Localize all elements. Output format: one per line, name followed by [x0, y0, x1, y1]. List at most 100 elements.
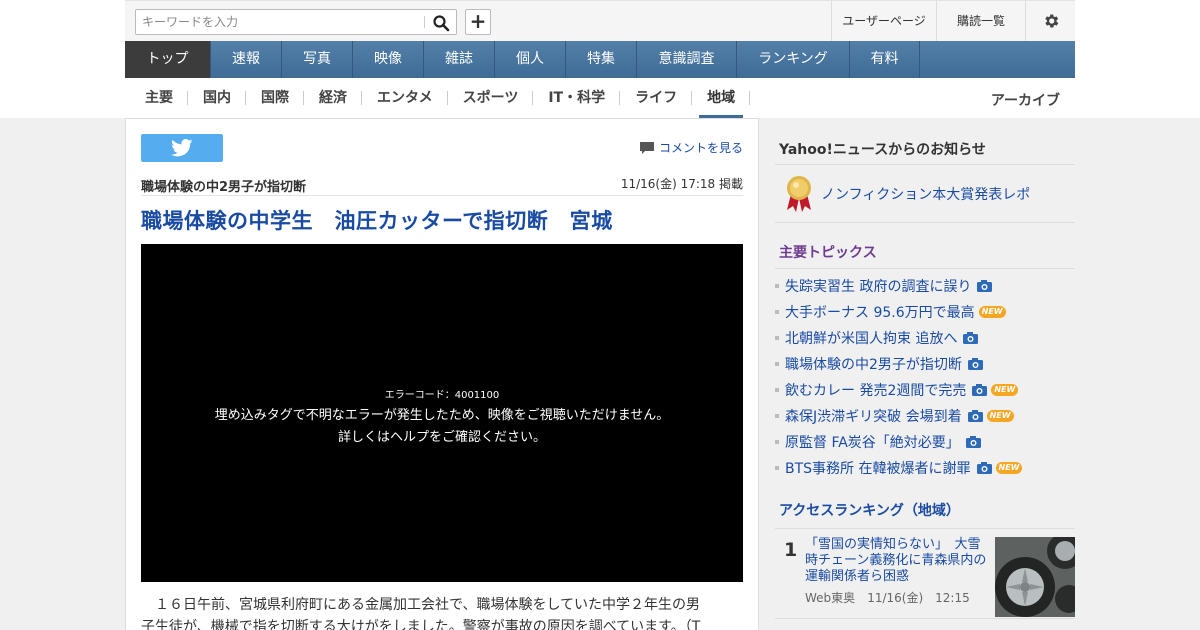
topic-label: 職場体験の中2男子が指切断 [785, 357, 962, 373]
ranking-title: アクセスランキング（地域） [775, 481, 1075, 529]
nav-feature[interactable]: 特集 [566, 41, 637, 78]
ranking-item[interactable]: 1 「雪国の実情知らない」 大雪時チェーン義務化に青森県内の運輸関係者ら困惑 W… [775, 529, 1075, 619]
nav-breaking[interactable]: 速報 [211, 41, 282, 78]
add-button[interactable]: + [465, 9, 491, 35]
topic-label: BTS事務所 在韓被爆者に謝罪 [785, 461, 971, 477]
subnav-life[interactable]: ライフ [620, 91, 693, 105]
topic-label: 北朝鮮が米国人拘束 追放へ [785, 331, 958, 347]
nav-magazine[interactable]: 雑誌 [424, 41, 495, 78]
topic-label: 大手ボーナス 95.6万円で最高 [785, 305, 975, 321]
search-box [135, 9, 457, 35]
nav-paid[interactable]: 有料 [850, 41, 920, 78]
subnav-main[interactable]: 主要 [125, 91, 188, 105]
pickup-title: 職場体験の中2男子が指切断 [141, 180, 307, 195]
topic-item[interactable]: BTS事務所 在韓被爆者に謝罪 NEW [775, 455, 1075, 481]
nav-individual[interactable]: 個人 [495, 41, 566, 78]
tweet-button[interactable] [141, 134, 223, 162]
article-body: １６日午前、宮城県利府町にある金属加工会社で、職場体験をしていた中学２年生の男 … [141, 594, 743, 630]
topic-item[interactable]: 失踪実習生 政府の調査に誤り [775, 273, 1075, 299]
camera-icon [976, 462, 992, 474]
subnav-sports[interactable]: スポーツ [448, 91, 534, 105]
subscription-list-link[interactable]: 購読一覧 [936, 1, 1025, 41]
header-bar: + ユーザーページ 購読一覧 [125, 0, 1075, 41]
camera-icon [965, 436, 981, 448]
new-badge: NEW [991, 384, 1019, 396]
video-error-message: 埋め込みタグで不明なエラーが発生したため、映像をご視聴いただけません。 [214, 408, 670, 423]
topic-item[interactable]: 大手ボーナス 95.6万円で最高 NEW [775, 299, 1075, 325]
article-body-line: 子生徒が、機械で指を切断する大けがをしました。警察が事故の原因を調べています。（… [141, 619, 701, 630]
camera-icon [967, 410, 983, 422]
nav-ranking[interactable]: ランキング [737, 41, 850, 78]
notice-title: Yahoo!ニュースからのお知らせ [775, 118, 1075, 165]
sidebar: Yahoo!ニュースからのお知らせ ノンフィクション本大賞発表レポ 主要トピック… [775, 118, 1075, 619]
topics-list: 失踪実習生 政府の調査に誤り 大手ボーナス 95.6万円で最高 NEW 北朝鮮が米… [775, 269, 1075, 481]
subnav-economy[interactable]: 経済 [304, 91, 362, 105]
comment-link-label: コメントを見る [658, 141, 743, 155]
ranking-number: 1 [784, 539, 798, 561]
tire-thumbnail-image [995, 537, 1075, 617]
search-input[interactable] [136, 10, 418, 34]
ranking-meta: Web東奥 11/16(金) 12:15 [805, 589, 970, 606]
ranking-date: 11/16(金) 12:15 [867, 591, 970, 605]
bullet [775, 466, 779, 470]
subnav-world[interactable]: 国際 [246, 91, 304, 105]
subnav-local[interactable]: 地域 [692, 91, 751, 118]
bullet [775, 310, 779, 314]
video-error-help: 詳しくはヘルプをご確認ください。 [337, 430, 546, 445]
notice-link[interactable]: ノンフィクション本大賞発表レポ [821, 184, 1030, 204]
search-separator [424, 16, 425, 28]
archive-link[interactable]: アーカイブ [991, 90, 1060, 110]
bullet [775, 336, 779, 340]
twitter-bird-icon [171, 139, 193, 157]
comment-link[interactable]: コメントを見る [639, 139, 743, 156]
topics-title: 主要トピックス [775, 223, 1075, 269]
topic-item[interactable]: 北朝鮮が米国人拘束 追放へ [775, 325, 1075, 351]
notice-item[interactable]: ノンフィクション本大賞発表レポ [775, 165, 1075, 223]
new-badge: NEW [995, 462, 1023, 474]
article-headline[interactable]: 職場体験の中学生 油圧カッターで指切断 宮城 [141, 205, 613, 235]
topic-label: 失踪実習生 政府の調査に誤り [785, 279, 972, 295]
settings-button[interactable] [1025, 1, 1075, 41]
user-page-link[interactable]: ユーザーページ [831, 1, 936, 41]
topic-item[interactable]: 森保J渋滞ギリ突破 会場到着 NEW [775, 403, 1075, 429]
topic-label: 森保J渋滞ギリ突破 会場到着 [785, 409, 962, 425]
article-panel: コメントを見る 職場体験の中2男子が指切断 11/16(金) 17:18 掲載 … [125, 118, 759, 630]
main-nav: トップ 速報 写真 映像 雑誌 個人 特集 意識調査 ランキング 有料 [125, 41, 1075, 78]
divider [141, 195, 743, 196]
search-icon[interactable] [432, 14, 450, 32]
camera-icon [977, 280, 993, 292]
ranking-source: Web東奥 [805, 591, 856, 605]
nav-survey[interactable]: 意識調査 [637, 41, 737, 78]
bullet [775, 284, 779, 288]
bullet [775, 362, 779, 366]
bullet [775, 388, 779, 392]
new-badge: NEW [978, 306, 1006, 318]
medal-icon [787, 175, 811, 212]
category-nav: 主要 国内 国際 経済 エンタメ スポーツ IT・科学 ライフ 地域 アーカイブ [125, 78, 1075, 118]
topic-item[interactable]: 原監督 FA炭谷「絶対必要」 [775, 429, 1075, 455]
nav-video[interactable]: 映像 [353, 41, 424, 78]
article-body-line: １６日午前、宮城県利府町にある金属加工会社で、職場体験をしていた中学２年生の男 [141, 597, 701, 613]
topic-item[interactable]: 飲むカレー 発売2週間で完売 NEW [775, 377, 1075, 403]
topic-item[interactable]: 職場体験の中2男子が指切断 [775, 351, 1075, 377]
nav-top[interactable]: トップ [125, 41, 211, 78]
new-badge: NEW [986, 410, 1014, 422]
video-player[interactable]: エラーコード：4001100 埋め込みタグで不明なエラーが発生したため、映像をご… [141, 244, 743, 582]
subnav-domestic[interactable]: 国内 [188, 91, 246, 105]
publish-date: 11/16(金) 17:18 掲載 [620, 177, 743, 191]
subnav-entertainment[interactable]: エンタメ [362, 91, 448, 105]
ranking-thumbnail[interactable] [995, 537, 1075, 617]
header-links: ユーザーページ 購読一覧 [831, 1, 1075, 41]
gear-icon [1044, 14, 1058, 28]
camera-icon [972, 384, 988, 396]
bullet [775, 440, 779, 444]
nav-photo[interactable]: 写真 [282, 41, 353, 78]
subnav-it-science[interactable]: IT・科学 [533, 91, 621, 105]
camera-icon [963, 332, 979, 344]
topic-label: 飲むカレー 発売2週間で完売 [785, 383, 967, 399]
ranking-headline[interactable]: 「雪国の実情知らない」 大雪時チェーン義務化に青森県内の運輸関係者ら困惑 [805, 537, 991, 585]
topic-label: 原監督 FA炭谷「絶対必要」 [785, 435, 960, 451]
speech-bubble-icon [639, 141, 654, 154]
camera-icon [967, 358, 983, 370]
video-error-code: エラーコード：4001100 [384, 390, 500, 401]
